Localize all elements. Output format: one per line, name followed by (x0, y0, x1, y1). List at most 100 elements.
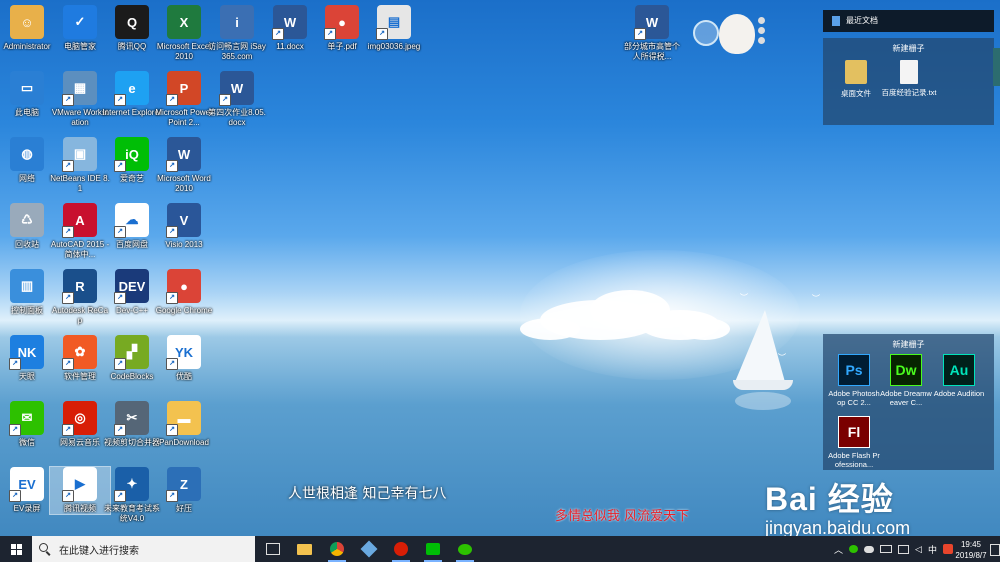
taskbar-clock[interactable]: 19:45 2019/8/7 (950, 539, 992, 561)
word-doc-icon: W ↗ (272, 5, 307, 40)
iqiyi-icon[interactable] (422, 539, 444, 562)
fence-item-label: Adobe Dreamweaver C... (880, 389, 932, 407)
shortcut-arrow-icon: ↗ (114, 358, 126, 370)
fence-item[interactable]: Dw Adobe Dreamweaver C... (880, 354, 932, 407)
battery-icon[interactable] (880, 545, 893, 553)
desktop-icon[interactable]: W ↗ 第四次作业8.05.docx (207, 71, 267, 128)
desktop-icon[interactable]: R ↗ Autodesk ReCap (50, 269, 110, 326)
desktop-icon[interactable]: ✉ ↗ 微信 (0, 401, 57, 448)
fence-item-label: 百度经验记录.txt (881, 88, 937, 97)
fence-top[interactable]: 新建栅子 桌面文件 百度经验记录.txt (823, 38, 994, 125)
scroll-handle[interactable] (993, 48, 1000, 86)
shortcut-arrow-icon: ↗ (9, 358, 21, 370)
desktop-icon-label: Dev-C++ (115, 306, 148, 315)
chevron-up-icon[interactable]: ︿ (834, 543, 843, 556)
app-box-icon[interactable] (358, 539, 380, 559)
cat-icon (719, 14, 755, 54)
wechat-tray-icon[interactable] (849, 545, 859, 553)
desktop-icon-label: 回收站 (15, 240, 39, 249)
file-explorer-icon[interactable] (293, 539, 315, 559)
notification-icon[interactable] (990, 544, 1000, 556)
fence-item[interactable]: Ps Adobe Photoshop CC 2... (828, 354, 880, 407)
desktop-icon[interactable]: DEV ↗ Dev-C++ (102, 269, 162, 316)
desktop-icon[interactable]: Z ↗ 好压 (154, 467, 214, 514)
shield-icon: ✓ (63, 5, 97, 39)
desktop-icon[interactable]: Q 腾讯QQ (102, 5, 162, 52)
desktop-icon-label: 电脑管家 (64, 42, 96, 51)
volume-icon[interactable]: ◁ (915, 544, 922, 555)
desktop-icon[interactable]: EV ↗ EV录屏 (0, 467, 57, 514)
desktop-icon-label: 百度网盘 (116, 240, 148, 249)
desktop-icon[interactable]: ▶ ↗ 腾讯视频 (49, 466, 111, 515)
start-button[interactable] (0, 536, 32, 562)
text-file-icon (900, 60, 918, 84)
desktop-icon[interactable]: X Microsoft Excel 2010 (154, 5, 214, 62)
chrome-icon[interactable] (326, 539, 348, 562)
qq-penguin-icon: Q (115, 5, 149, 39)
desktop-icon[interactable]: e ↗ Internet Explorer (102, 71, 162, 118)
task-view-icon[interactable] (262, 539, 284, 559)
control-panel-icon: ▥ (10, 269, 44, 303)
shortcut-arrow-icon: ↗ (62, 490, 74, 502)
desktop-icon[interactable]: W ↗ 部分城市高管个人所得税... (622, 5, 682, 62)
word-icon: W ↗ (166, 137, 201, 172)
desktop-icon[interactable]: W ↗ 11.docx (260, 5, 320, 52)
desktop-icon[interactable]: ● ↗ 单子.pdf (312, 5, 372, 52)
desktop-icon[interactable]: ✿ ↗ 软件管理 (50, 335, 110, 382)
wechat-icon[interactable] (454, 539, 476, 562)
desktop-icon-label: img03036.jpeg (367, 42, 421, 51)
chrome-icon: ● ↗ (324, 5, 359, 40)
desktop-icon[interactable]: ♺ 回收站 (0, 203, 57, 250)
desktop-icon[interactable]: NK ↗ 天眼 (0, 335, 57, 382)
shortcut-arrow-icon: ↗ (166, 226, 178, 238)
taskbar-search-box[interactable]: 在此键入进行搜索 (32, 536, 255, 562)
word-doc-icon: W ↗ (219, 71, 254, 106)
desktop-icon[interactable]: ▣ ↗ NetBeans IDE 8.1 (50, 137, 110, 194)
fence-item-folder[interactable]: 桌面文件 (833, 60, 879, 99)
desktop-icon-label: EV录屏 (13, 504, 41, 513)
desktop-icon[interactable]: ● ↗ Google Chrome (154, 269, 214, 316)
shortcut-arrow-icon: ↗ (166, 358, 178, 370)
desktop-icon[interactable]: ◍ 网络 (0, 137, 57, 184)
baidu-netdisk-icon: ☁ ↗ (114, 203, 149, 238)
software-manager-icon: ✿ ↗ (62, 335, 97, 370)
desktop-icon[interactable]: ▬ ↗ PanDownload (154, 401, 214, 448)
fence-item[interactable]: Au Adobe Audition (933, 354, 985, 398)
desktop-icon[interactable]: i 访问畅言网 iSay365.com (207, 5, 267, 62)
desktop-icon[interactable]: W ↗ Microsoft Word 2010 (154, 137, 214, 194)
desktop-icon[interactable]: ✓ 电脑管家 (50, 5, 110, 52)
desktop-icon[interactable]: ▞ ↗ CodeBlocks (102, 335, 162, 382)
desktop-icon[interactable]: ☁ ↗ 百度网盘 (102, 203, 162, 250)
desktop-icon[interactable]: V ↗ Visio 2013 (154, 203, 214, 250)
recent-docs-bar[interactable]: 最近文档 (823, 10, 994, 32)
desktop-icon[interactable]: iQ ↗ 爱奇艺 (102, 137, 162, 184)
photoshop-icon: Ps (838, 354, 870, 386)
desktop-icon[interactable]: ✂ ↗ 视频剪切合并器 (102, 401, 162, 448)
subtitle-right: 多情总似我 风流爱天下 (555, 509, 690, 524)
fence-item-text-file[interactable]: 百度经验记录.txt (881, 60, 937, 97)
widget-controls-icon[interactable] (758, 17, 766, 53)
desktop-icon[interactable]: ☺ Administrator (0, 5, 57, 52)
desktop-icon[interactable]: YK ↗ 优酷 (154, 335, 214, 382)
shortcut-arrow-icon: ↗ (114, 292, 126, 304)
desktop-icon[interactable]: A ↗ AutoCAD 2015 - 简体中... (50, 203, 110, 260)
desktop-icon[interactable]: ▥ 控制面板 (0, 269, 57, 316)
iqiyi-icon: iQ ↗ (114, 137, 149, 172)
ime-indicator[interactable]: 中 (928, 543, 937, 556)
desktop-icon[interactable]: P ↗ Microsoft PowerPoint 2... (154, 71, 214, 128)
fence-bottom[interactable]: 新建栅子 Ps Adobe Photoshop CC 2... Dw Adobe Dr… (823, 334, 994, 470)
desktop-icon[interactable]: ▦ ↗ VMware Workstation (50, 71, 110, 128)
cat-widget[interactable] (693, 14, 768, 59)
desktop-icon[interactable]: ▭ 此电脑 (0, 71, 57, 118)
desktop-icon[interactable]: ◎ ↗ 网易云音乐 (50, 401, 110, 448)
cloud-tray-icon[interactable] (864, 545, 875, 553)
shortcut-arrow-icon: ↗ (62, 94, 74, 106)
fence-item[interactable]: Fl Adobe Flash Professiona... (828, 416, 880, 469)
excel-icon: X (167, 5, 201, 39)
desktop-icon[interactable]: ✦ ↗ 未来教育考试系统V4.0 (102, 467, 162, 524)
subtitle-left: 人世根相逢 知己幸有七八 (288, 486, 447, 502)
netease-music-icon[interactable] (390, 539, 412, 562)
watermark-big: Bai 经验 (765, 481, 894, 517)
desktop-icon[interactable]: ▤ ↗ img03036.jpeg (364, 5, 424, 52)
network-icon[interactable] (898, 544, 910, 554)
